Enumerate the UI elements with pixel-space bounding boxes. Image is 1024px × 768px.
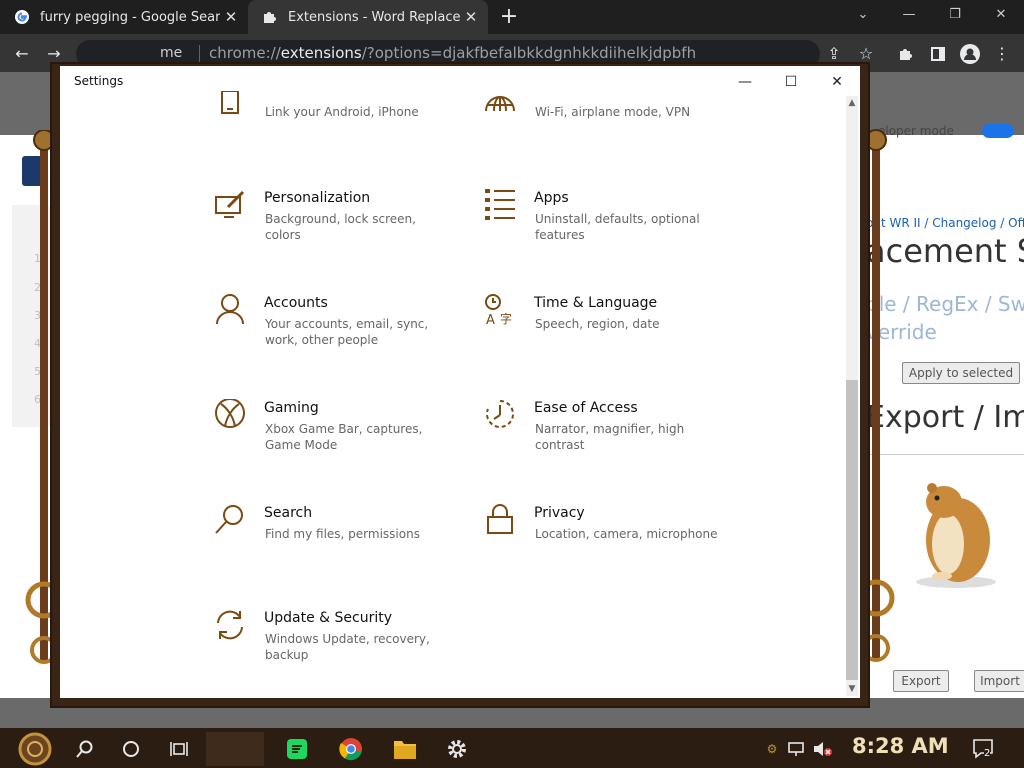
browser-restore-button[interactable]: ❐	[932, 0, 978, 30]
developer-mode-toggle[interactable]	[982, 124, 1014, 138]
item-title: Privacy	[534, 505, 585, 521]
tab-title: furry pegging - Google Search	[40, 9, 220, 25]
time-language-icon: A字	[485, 294, 512, 326]
notification-count: 2	[984, 748, 991, 759]
xbox-icon	[215, 399, 245, 428]
tab-extensions[interactable]: Extensions - Word Replacer II ✕	[248, 0, 488, 34]
taskbar-search-box[interactable]	[206, 732, 264, 766]
browser-minimize-button[interactable]: —	[886, 0, 932, 30]
svg-text:字: 字	[500, 311, 512, 326]
item-description: Narrator, magnifier, high contrast	[535, 422, 685, 452]
hamster-image	[916, 483, 996, 588]
google-icon	[14, 9, 30, 25]
side-panel-icon[interactable]	[924, 40, 952, 68]
chevron-down-icon[interactable]: ⌄	[840, 0, 886, 30]
tab-title: Extensions - Word Replacer II	[288, 9, 460, 25]
ease-of-access-icon	[486, 400, 514, 428]
settings-item-network[interactable]: Wi-Fi, airplane mode, VPN	[484, 91, 734, 163]
close-tab-icon[interactable]: ✕	[460, 8, 482, 26]
item-title: Update & Security	[264, 610, 393, 626]
extensions-puzzle-icon[interactable]	[892, 40, 920, 68]
settings-item-accounts[interactable]: Accounts Your accounts, email, sync, wor…	[214, 294, 464, 366]
taskbar-clock[interactable]: 8:28 AM	[852, 734, 949, 758]
close-tab-icon[interactable]: ✕	[220, 8, 242, 26]
item-title: Accounts	[264, 295, 328, 311]
person-icon	[216, 294, 244, 325]
start-button[interactable]	[16, 730, 54, 768]
url-bold: extensions	[280, 44, 362, 62]
settings-item-ease-of-access[interactable]: Ease of Access Narrator, magnifier, high…	[484, 399, 734, 471]
spotify-icon[interactable]	[280, 732, 314, 766]
task-view-icon[interactable]	[162, 732, 196, 766]
search-icon	[215, 505, 243, 534]
apps-icon	[485, 189, 515, 220]
address-url[interactable]: chrome://extensions/?options=djakfbefalb…	[209, 44, 696, 62]
profile-avatar-icon[interactable]	[956, 40, 984, 68]
network-icon[interactable]	[784, 732, 808, 766]
update-icon	[217, 610, 243, 640]
tab-google-search[interactable]: furry pegging - Google Search ✕	[0, 0, 248, 34]
search-taskbar-icon[interactable]	[68, 732, 102, 766]
puzzle-icon	[262, 9, 278, 25]
settings-item-update-security[interactable]: Update & Security Windows Update, recove…	[214, 609, 464, 681]
volume-muted-icon[interactable]	[810, 732, 834, 766]
item-title: Personalization	[264, 190, 371, 206]
scroll-down-arrow[interactable]: ▼	[846, 682, 858, 696]
scrollbar-thumb[interactable]	[846, 380, 858, 680]
item-title: Ease of Access	[534, 400, 638, 416]
item-description: Link your Android, iPhone	[265, 105, 419, 119]
item-description: Location, camera, microphone	[535, 527, 718, 541]
maximize-button[interactable]: ☐	[768, 70, 814, 94]
item-title: Apps	[534, 190, 569, 206]
settings-item-apps[interactable]: Apps Uninstall, defaults, optional featu…	[484, 189, 734, 261]
new-tab-button[interactable]: +	[496, 4, 522, 30]
settings-item-gaming[interactable]: Gaming Xbox Game Bar, captures, Game Mod…	[214, 399, 464, 471]
item-description: Your accounts, email, sync, work, other …	[265, 317, 429, 347]
apply-to-selected-button[interactable]: Apply to selected	[902, 362, 1020, 384]
cortana-icon[interactable]	[114, 732, 148, 766]
item-description: Speech, region, date	[535, 317, 660, 331]
settings-gear-icon[interactable]	[440, 732, 474, 766]
chrome-icon[interactable]	[334, 732, 368, 766]
item-title: Gaming	[264, 400, 319, 416]
item-description: Xbox Game Bar, captures, Game Mode	[265, 422, 423, 452]
settings-item-search[interactable]: Search Find my files, permissions	[214, 504, 464, 576]
url-prefix: chrome://	[209, 44, 281, 62]
item-title: Time & Language	[534, 295, 658, 311]
scroll-up-arrow[interactable]: ▲	[846, 96, 858, 110]
globe-icon	[485, 96, 515, 112]
address-divider	[199, 45, 200, 63]
url-suffix: /?options=djakfbefalbkkdgnhkkdiihelkjdpb…	[361, 44, 697, 62]
svg-text:A: A	[486, 313, 495, 326]
item-description: Windows Update, recovery, backup	[265, 632, 430, 662]
export-button[interactable]: Export	[893, 670, 949, 692]
item-description: Uninstall, defaults, optional features	[535, 212, 700, 242]
kebab-menu-icon[interactable]: ⋮	[988, 40, 1016, 68]
item-title: Search	[264, 505, 313, 521]
back-icon[interactable]: ←	[8, 40, 36, 68]
lock-icon	[487, 504, 513, 534]
settings-item-personalization[interactable]: Personalization Background, lock screen,…	[214, 189, 464, 261]
notification-center-icon[interactable]: 2	[972, 738, 996, 760]
address-host: me	[160, 45, 183, 61]
personalization-icon	[215, 190, 245, 218]
item-description: Background, lock screen, colors	[265, 212, 416, 242]
import-button[interactable]: Import	[974, 670, 1024, 692]
item-description: Find my files, permissions	[265, 527, 420, 541]
show-hidden-icons[interactable]: ⚙	[762, 732, 782, 766]
settings-item-time-language[interactable]: A字 Time & Language Speech, region, date	[484, 294, 734, 366]
file-explorer-icon[interactable]	[388, 732, 422, 766]
settings-item-phone[interactable]: Link your Android, iPhone	[214, 91, 464, 163]
item-description: Wi-Fi, airplane mode, VPN	[535, 105, 691, 119]
browser-close-button[interactable]: ✕	[978, 0, 1024, 30]
steampunk-start-icon	[18, 732, 52, 766]
settings-item-privacy[interactable]: Privacy Location, camera, microphone	[484, 504, 734, 576]
close-button[interactable]: ✕	[814, 70, 860, 94]
window-title: Settings	[74, 74, 124, 88]
phone-icon	[221, 91, 239, 114]
